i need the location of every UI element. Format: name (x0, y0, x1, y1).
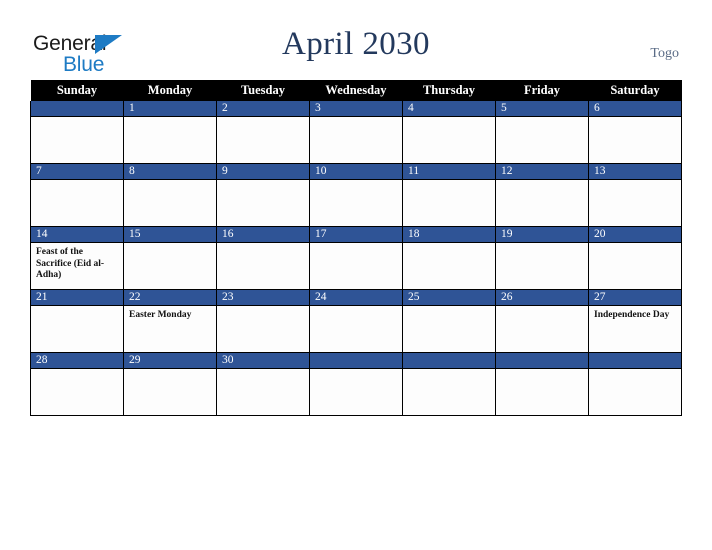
calendar-day-cell-24[interactable]: 24 (309, 289, 403, 353)
calendar-day-cell-empty[interactable] (402, 352, 496, 416)
weekday-header-thursday: Thursday (402, 80, 496, 101)
calendar-day-cell-19[interactable]: 19 (495, 226, 589, 290)
calendar-day-cell-15[interactable]: 15 (123, 226, 217, 290)
day-number: 8 (124, 164, 216, 180)
day-number: 1 (124, 101, 216, 117)
day-event-label: Easter Monday (129, 310, 192, 320)
calendar-day-cell-29[interactable]: 29 (123, 352, 217, 416)
calendar-day-cell-empty[interactable] (588, 352, 682, 416)
page-header: General Blue April 2030 Togo (0, 0, 712, 78)
calendar-day-cell-22[interactable]: 22 Easter Monday (123, 289, 217, 353)
calendar-day-cell-empty[interactable] (495, 352, 589, 416)
weekday-header-tuesday: Tuesday (216, 80, 310, 101)
day-number (589, 353, 681, 369)
calendar-grid: Sunday Monday Tuesday Wednesday Thursday Frid… (30, 80, 682, 416)
day-number: 12 (496, 164, 588, 180)
calendar-day-cell-21[interactable]: 21 (30, 289, 124, 353)
country-label: Togo (650, 46, 679, 61)
weekday-header-friday: Friday (495, 80, 589, 101)
day-number: 2 (217, 101, 309, 117)
day-number: 16 (217, 227, 309, 243)
calendar-day-cell-17[interactable]: 17 (309, 226, 403, 290)
calendar-day-cell-empty[interactable] (30, 101, 124, 164)
day-number: 26 (496, 290, 588, 306)
calendar-day-cell-11[interactable]: 11 (402, 163, 496, 227)
weekday-header-wednesday: Wednesday (309, 80, 403, 101)
calendar-day-cell-empty[interactable] (309, 352, 403, 416)
calendar-day-cell-20[interactable]: 20 (588, 226, 682, 290)
calendar-header-row: Sunday Monday Tuesday Wednesday Thursday Frid… (30, 80, 682, 101)
day-event-label: Independence Day (594, 310, 670, 320)
day-number (496, 353, 588, 369)
day-number: 18 (403, 227, 495, 243)
weekday-header-saturday: Saturday (588, 80, 682, 101)
calendar-week-row: 21 22 Easter Monday 23 24 25 26 27 Independence … (30, 289, 682, 353)
weekday-header-row: Sunday Monday Tuesday Wednesday Thursday Frid… (30, 80, 682, 101)
day-number: 14 (31, 227, 123, 243)
calendar-week-row: 7 8 9 10 11 12 13 (30, 163, 682, 227)
calendar-day-cell-23[interactable]: 23 (216, 289, 310, 353)
calendar-day-cell-8[interactable]: 8 (123, 163, 217, 227)
day-number: 24 (310, 290, 402, 306)
day-number: 10 (310, 164, 402, 180)
day-number: 28 (31, 353, 123, 369)
day-number: 27 (589, 290, 681, 306)
day-number: 23 (217, 290, 309, 306)
calendar-day-cell-27[interactable]: 27 Independence Day (588, 289, 682, 353)
weekday-header-monday: Monday (123, 80, 217, 101)
calendar-day-cell-5[interactable]: 5 (495, 101, 589, 164)
calendar-day-cell-9[interactable]: 9 (216, 163, 310, 227)
calendar-week-row: 123456 (30, 101, 682, 164)
day-number (403, 353, 495, 369)
calendar-day-cell-2[interactable]: 2 (216, 101, 310, 164)
weekday-header-sunday: Sunday (30, 80, 124, 101)
day-number: 20 (589, 227, 681, 243)
calendar-day-cell-12[interactable]: 12 (495, 163, 589, 227)
day-number: 13 (589, 164, 681, 180)
page-title: April 2030 (282, 26, 430, 62)
calendar-day-cell-26[interactable]: 26 (495, 289, 589, 353)
day-number: 21 (31, 290, 123, 306)
day-number (31, 101, 123, 117)
day-number: 11 (403, 164, 495, 180)
calendar-day-cell-6[interactable]: 6 (588, 101, 682, 164)
day-number: 3 (310, 101, 402, 117)
day-number: 7 (31, 164, 123, 180)
day-number: 25 (403, 290, 495, 306)
day-number: 29 (124, 353, 216, 369)
calendar-day-cell-28[interactable]: 28 (30, 352, 124, 416)
day-number: 5 (496, 101, 588, 117)
calendar-day-cell-14[interactable]: 14 Feast of the Sacrifice (Eid al-Adha) (30, 226, 124, 290)
day-number: 19 (496, 227, 588, 243)
calendar-day-cell-10[interactable]: 10 (309, 163, 403, 227)
day-number: 4 (403, 101, 495, 117)
calendar-day-cell-16[interactable]: 16 (216, 226, 310, 290)
day-number: 22 (124, 290, 216, 306)
calendar-day-cell-13[interactable]: 13 (588, 163, 682, 227)
calendar-week-row: 14 Feast of the Sacrifice (Eid al-Adha) 15… (30, 226, 682, 290)
calendar-day-cell-3[interactable]: 3 (309, 101, 403, 164)
day-number: 15 (124, 227, 216, 243)
calendar-day-cell-4[interactable]: 4 (402, 101, 496, 164)
calendar-body: 1 2 3 4 5 6 7 8 9 10 11 12 13 14 Feast of the Sacrific… (30, 101, 682, 416)
day-number (310, 353, 402, 369)
day-number: 9 (217, 164, 309, 180)
calendar-day-cell-25[interactable]: 25 (402, 289, 496, 353)
calendar-week-row: 28 29 30 (30, 352, 682, 416)
day-number: 6 (589, 101, 681, 117)
day-number: 17 (310, 227, 402, 243)
day-number: 30 (217, 353, 309, 369)
calendar-day-cell-7[interactable]: 7 (30, 163, 124, 227)
calendar-day-cell-18[interactable]: 18 (402, 226, 496, 290)
calendar-day-cell-1[interactable]: 1 (123, 101, 217, 164)
calendar-day-cell-30[interactable]: 30 (216, 352, 310, 416)
day-event-label: Feast of the Sacrifice (Eid al-Adha) (36, 247, 105, 280)
